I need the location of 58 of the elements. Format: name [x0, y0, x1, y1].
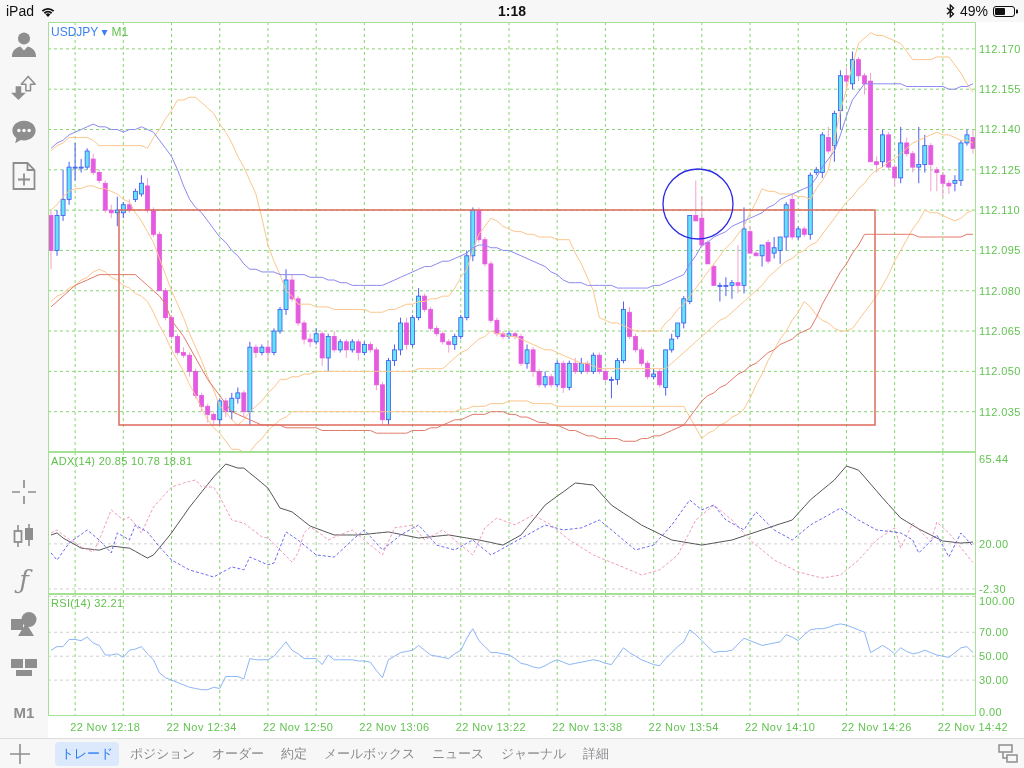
clock-time: 1:18 [498, 3, 526, 19]
price-axis-label: 112.125 [979, 163, 1021, 176]
price-axis-label: 112.035 [979, 405, 1021, 418]
price-axis-label: 112.050 [979, 365, 1021, 378]
time-axis-label: 22 Nov 13:06 [359, 721, 430, 733]
wifi-icon [40, 5, 57, 17]
value-axis-label: 30.00 [979, 674, 1009, 687]
add-document-icon[interactable] [12, 162, 36, 190]
up-down-arrows-icon[interactable] [11, 75, 37, 101]
value-axis-label: 0.00 [979, 705, 1002, 718]
tab[interactable]: ポジション [124, 741, 201, 766]
battery-percent: 49% [959, 3, 988, 19]
price-axis-label: 112.095 [979, 244, 1021, 257]
price-axis-label: 112.155 [979, 83, 1021, 96]
person-icon[interactable] [11, 31, 37, 57]
price-axis-label: 112.065 [979, 325, 1021, 337]
tab[interactable]: トレード [55, 741, 119, 766]
plus-icon[interactable] [10, 743, 30, 764]
shapes-icon[interactable] [10, 611, 38, 637]
value-axis-label: 20.00 [979, 537, 1009, 550]
value-axis-label: 50.00 [979, 650, 1009, 663]
crosshair-icon[interactable] [11, 479, 37, 505]
tab[interactable]: ジャーナル [495, 741, 572, 766]
tab[interactable]: メールボックス [318, 741, 421, 766]
tab[interactable]: 詳細 [577, 741, 615, 766]
symbol-dropdown[interactable]: USDJPY ▾ [51, 25, 108, 39]
price-axis-label: 112.080 [979, 284, 1021, 297]
time-axis-label: 22 Nov 12:50 [262, 721, 334, 733]
time-axis-label: 22 Nov 12:18 [70, 721, 141, 733]
time-axis-label: 22 Nov 13:54 [648, 721, 719, 733]
device-name: iPad [6, 3, 35, 19]
indicator-title: RSI(14) 32.21 [51, 597, 124, 609]
function-button[interactable]: ƒ [13, 562, 35, 598]
bluetooth-icon [945, 4, 955, 18]
time-axis-label: 22 Nov 14:26 [841, 721, 912, 733]
timeframe-label: M1 [111, 25, 129, 39]
time-axis-label: 22 Nov 13:22 [455, 721, 527, 733]
time-axis-label: 22 Nov 14:42 [937, 721, 1009, 733]
value-axis-label: 100.00 [979, 594, 1016, 607]
indicator-title: ADX(14) 20.85 10.78 18.81 [51, 455, 193, 467]
time-axis-label: 22 Nov 13:38 [552, 721, 623, 733]
tab[interactable]: オーダー [206, 741, 270, 766]
tab[interactable]: 約定 [275, 741, 313, 766]
windows-icon[interactable] [10, 658, 38, 678]
tab[interactable]: ニュース [426, 741, 490, 766]
price-axis-label: 112.110 [979, 204, 1020, 217]
layout-icon[interactable] [998, 743, 1018, 764]
timeframe-button[interactable]: M1 [13, 703, 35, 721]
time-axis-label: 22 Nov 14:10 [745, 721, 816, 733]
value-axis-label: -2.30 [979, 582, 1007, 594]
value-axis-label: 65.44 [979, 452, 1009, 465]
battery-icon [993, 5, 1018, 17]
time-axis-label: 22 Nov 12:34 [166, 721, 237, 733]
price-axis-label: 112.140 [979, 123, 1021, 136]
chat-icon[interactable] [11, 119, 37, 145]
price-axis-label: 112.170 [979, 42, 1021, 55]
value-axis-label: 70.00 [979, 626, 1009, 639]
circle-outline [662, 168, 734, 240]
